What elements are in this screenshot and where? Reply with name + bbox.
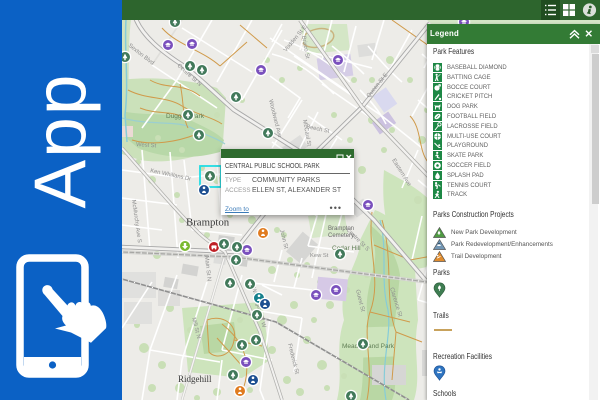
svg-text:Brampton: Brampton [186,217,230,229]
svg-text:Brampton: Brampton [328,226,354,232]
svg-text:Cemetery: Cemetery [328,233,354,239]
svg-text:Kew St: Kew St [310,253,329,259]
svg-text:Ridgehill: Ridgehill [178,374,212,384]
